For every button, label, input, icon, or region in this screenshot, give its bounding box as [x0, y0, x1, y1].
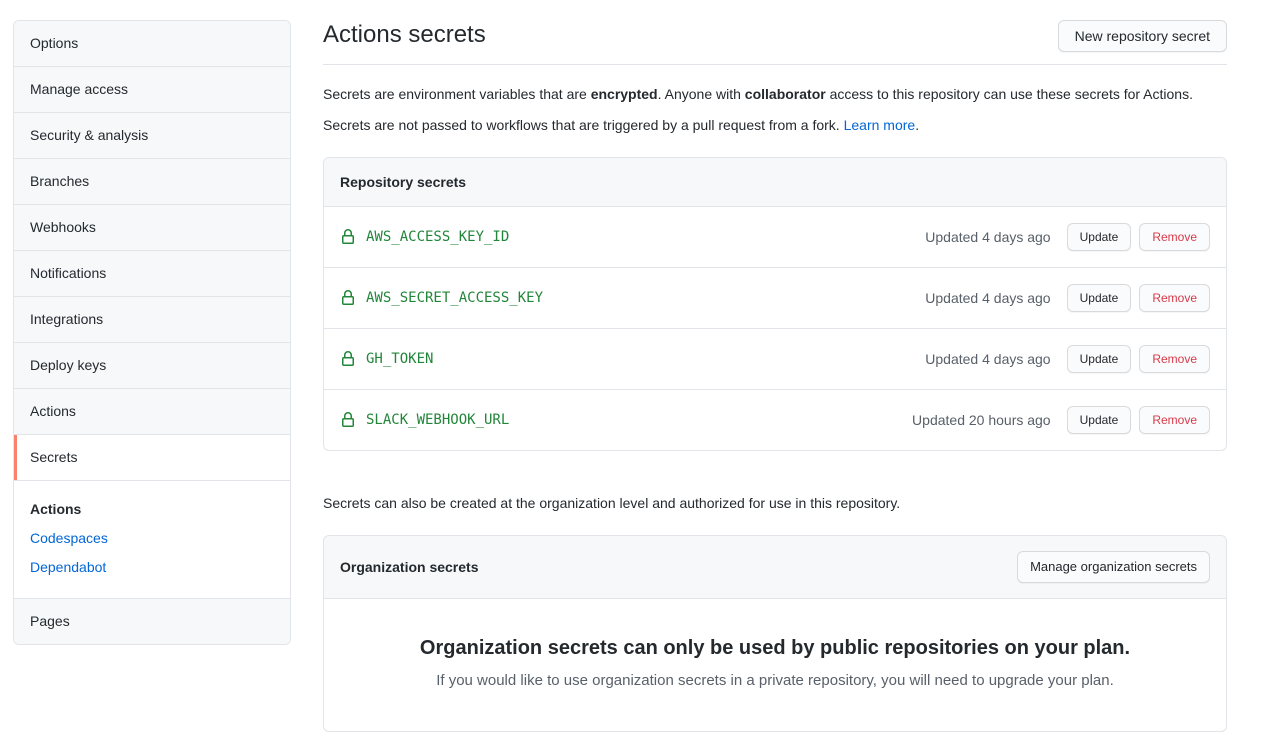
sidebar-item-integrations[interactable]: Integrations: [14, 297, 290, 343]
secrets-description: Secrets are environment variables that a…: [323, 79, 1227, 141]
remove-secret-button[interactable]: Remove: [1139, 345, 1210, 373]
secret-name: GH_TOKEN: [366, 351, 433, 367]
lock-icon: [340, 229, 356, 245]
sidebar-item-branches[interactable]: Branches: [14, 159, 290, 205]
update-secret-button[interactable]: Update: [1067, 223, 1132, 251]
new-repository-secret-button[interactable]: New repository secret: [1058, 20, 1227, 52]
sidebar-item-pages[interactable]: Pages: [14, 599, 290, 644]
learn-more-link[interactable]: Learn more: [844, 117, 916, 133]
main-header: Actions secrets New repository secret: [323, 20, 1227, 65]
settings-page: Options Manage access Security & analysi…: [0, 0, 1268, 750]
sidebar-item-deploy-keys[interactable]: Deploy keys: [14, 343, 290, 389]
intro-text: .: [915, 117, 919, 133]
organization-secrets-header: Organization secrets Manage organization…: [324, 536, 1226, 599]
repository-secrets-box: Repository secrets AWS_ACCESS_KEY_ID Upd…: [323, 157, 1227, 451]
secret-updated-timestamp: Updated 4 days ago: [925, 290, 1050, 306]
lock-icon: [340, 412, 356, 428]
secret-name: AWS_ACCESS_KEY_ID: [366, 229, 509, 245]
update-secret-button[interactable]: Update: [1067, 284, 1132, 312]
secret-name: AWS_SECRET_ACCESS_KEY: [366, 290, 543, 306]
subnav-item-codespaces[interactable]: Codespaces: [14, 524, 290, 553]
organization-secrets-blankslate: Organization secrets can only be used by…: [324, 599, 1226, 731]
remove-secret-button[interactable]: Remove: [1139, 406, 1210, 434]
organization-secrets-box: Organization secrets Manage organization…: [323, 535, 1227, 732]
manage-organization-secrets-button[interactable]: Manage organization secrets: [1017, 551, 1210, 583]
sidebar-item-actions[interactable]: Actions: [14, 389, 290, 435]
secret-updated-timestamp: Updated 20 hours ago: [912, 412, 1051, 428]
sidebar-item-webhooks[interactable]: Webhooks: [14, 205, 290, 251]
main-content: Actions secrets New repository secret Se…: [323, 20, 1227, 732]
organization-secrets-title: Organization secrets: [340, 559, 479, 575]
settings-sidebar: Options Manage access Security & analysi…: [13, 20, 291, 645]
blankslate-subtitle: If you would like to use organization se…: [364, 672, 1186, 689]
secret-row: GH_TOKEN Updated 4 days ago Update Remov…: [324, 329, 1226, 390]
subnav-item-dependabot[interactable]: Dependabot: [14, 553, 290, 582]
secret-row: AWS_ACCESS_KEY_ID Updated 4 days ago Upd…: [324, 207, 1226, 268]
sidebar-item-notifications[interactable]: Notifications: [14, 251, 290, 297]
secret-updated-timestamp: Updated 4 days ago: [925, 229, 1050, 245]
secret-row: AWS_SECRET_ACCESS_KEY Updated 4 days ago…: [324, 268, 1226, 329]
secret-name: SLACK_WEBHOOK_URL: [366, 412, 509, 428]
secret-updated-timestamp: Updated 4 days ago: [925, 351, 1050, 367]
page-title: Actions secrets: [323, 20, 486, 50]
update-secret-button[interactable]: Update: [1067, 406, 1132, 434]
remove-secret-button[interactable]: Remove: [1139, 284, 1210, 312]
intro-bold-encrypted: encrypted: [591, 86, 658, 102]
sidebar-item-security-analysis[interactable]: Security & analysis: [14, 113, 290, 159]
settings-sidebar-nav: Options Manage access Security & analysi…: [13, 20, 291, 645]
subnav-item-actions[interactable]: Actions: [14, 495, 290, 524]
intro-text: Secrets are environment variables that a…: [323, 86, 591, 102]
repository-secrets-header: Repository secrets: [324, 158, 1226, 207]
secret-row: SLACK_WEBHOOK_URL Updated 20 hours ago U…: [324, 390, 1226, 450]
secrets-subnav: Actions Codespaces Dependabot: [14, 481, 290, 599]
sidebar-item-secrets[interactable]: Secrets: [14, 435, 290, 481]
lock-icon: [340, 290, 356, 306]
blankslate-title: Organization secrets can only be used by…: [364, 637, 1186, 660]
update-secret-button[interactable]: Update: [1067, 345, 1132, 373]
remove-secret-button[interactable]: Remove: [1139, 223, 1210, 251]
sidebar-item-options[interactable]: Options: [14, 21, 290, 67]
organization-secrets-note: Secrets can also be created at the organ…: [323, 495, 1227, 511]
intro-text: . Anyone with: [658, 86, 745, 102]
intro-bold-collaborator: collaborator: [745, 86, 826, 102]
sidebar-item-manage-access[interactable]: Manage access: [14, 67, 290, 113]
lock-icon: [340, 351, 356, 367]
